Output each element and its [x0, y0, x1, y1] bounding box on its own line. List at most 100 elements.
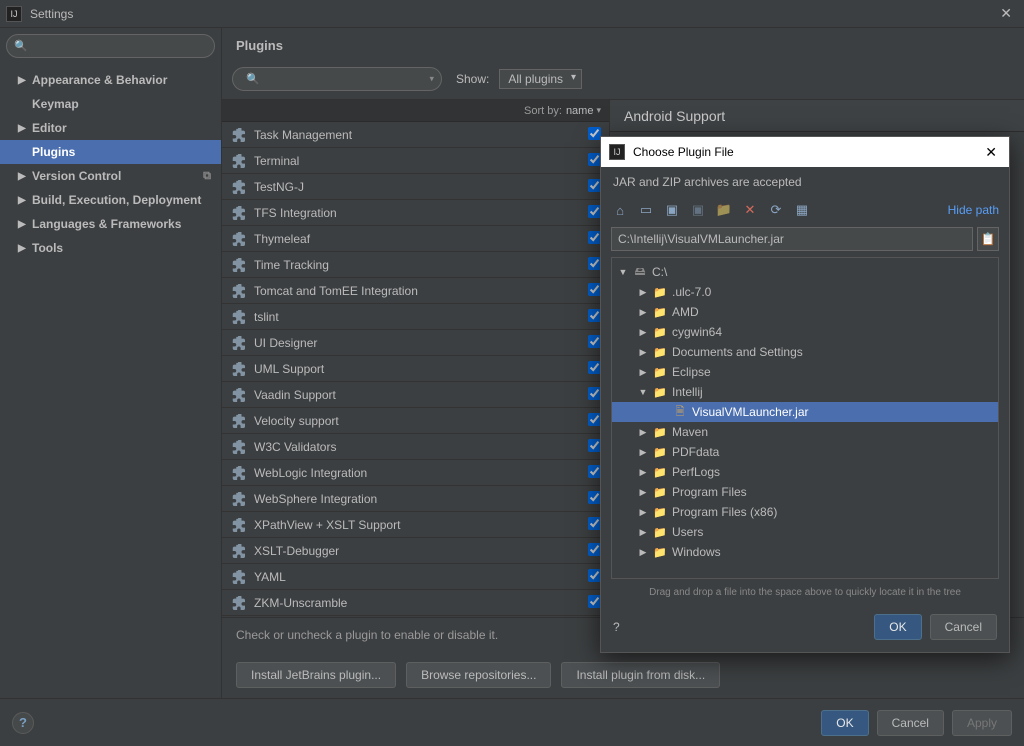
search-icon: 🔍 — [246, 73, 260, 86]
file-tree-folder[interactable]: ▶📁.ulc-7.0 — [612, 282, 998, 302]
show-hidden-icon[interactable]: ▦ — [793, 201, 811, 219]
project-icon[interactable]: ▣ — [663, 201, 681, 219]
apply-button[interactable]: Apply — [952, 710, 1012, 736]
module-icon[interactable]: ▣ — [689, 201, 707, 219]
refresh-icon[interactable]: ⟳ — [767, 201, 785, 219]
chevron-right-icon: ▶ — [18, 171, 28, 182]
dialog-close-button[interactable]: ✕ — [981, 144, 1001, 161]
sidebar-item-version-control[interactable]: ▶Version Control⧉ — [0, 164, 221, 188]
plugin-list-item[interactable]: XPathView + XSLT Support — [222, 512, 609, 538]
plugin-name: UML Support — [254, 362, 324, 376]
sidebar-item-keymap[interactable]: Keymap — [0, 92, 221, 116]
file-tree-folder[interactable]: ▶📁cygwin64 — [612, 322, 998, 342]
plugin-list-item[interactable]: WebLogic Integration — [222, 460, 609, 486]
plugin-list-item[interactable]: WebSphere Integration — [222, 486, 609, 512]
sidebar-item-editor[interactable]: ▶Editor — [0, 116, 221, 140]
sort-label: Sort by: — [524, 105, 562, 117]
new-folder-icon[interactable]: 📁 — [715, 201, 733, 219]
chevron-right-icon: ▶ — [638, 427, 648, 438]
path-history-icon[interactable]: 📋 — [977, 227, 999, 251]
browse-repositories-button[interactable]: Browse repositories... — [406, 662, 551, 688]
plugin-list-item[interactable]: YAML — [222, 564, 609, 590]
dialog-cancel-button[interactable]: Cancel — [930, 614, 997, 640]
show-dropdown[interactable]: All plugins — [499, 69, 582, 89]
plugin-list-item[interactable]: XSLT-Debugger — [222, 538, 609, 564]
cancel-button[interactable]: Cancel — [877, 710, 944, 736]
plugin-name: Tomcat and TomEE Integration — [254, 284, 418, 298]
chevron-down-icon: ▼ — [618, 267, 628, 277]
folder-icon: 📁 — [652, 366, 668, 379]
file-tree-folder[interactable]: ▼📁Intellij — [612, 382, 998, 402]
chevron-right-icon: ▶ — [638, 307, 648, 318]
help-icon[interactable]: ? — [613, 620, 620, 634]
sidebar-item-plugins[interactable]: Plugins — [0, 140, 221, 164]
file-tree-folder[interactable]: ▶📁Users — [612, 522, 998, 542]
plugin-list-item[interactable]: TFS Integration — [222, 200, 609, 226]
hide-path-link[interactable]: Hide path — [948, 203, 999, 217]
window-close-button[interactable]: ✕ — [994, 5, 1018, 22]
plugin-list-item[interactable]: Vaadin Support — [222, 382, 609, 408]
chevron-down-icon[interactable]: ▾ — [596, 105, 601, 116]
plugin-list-item[interactable]: TestNG-J — [222, 174, 609, 200]
plugin-list-item[interactable]: W3C Validators — [222, 434, 609, 460]
plugin-list-item[interactable]: Terminal — [222, 148, 609, 174]
delete-icon[interactable]: ✕ — [741, 201, 759, 219]
settings-sidebar: 🔍 ▶Appearance & BehaviorKeymap▶EditorPlu… — [0, 28, 222, 698]
file-tree-label: Maven — [672, 425, 708, 439]
plugin-list-item[interactable]: Time Tracking — [222, 252, 609, 278]
plugin-list-item[interactable]: Thymeleaf — [222, 226, 609, 252]
file-tree-label: Eclipse — [672, 365, 711, 379]
plugins-search-input[interactable] — [232, 67, 442, 91]
desktop-icon[interactable]: ▭ — [637, 201, 655, 219]
plugin-icon — [230, 257, 246, 273]
help-icon[interactable]: ? — [12, 712, 34, 734]
plugin-list-item[interactable]: Task Management — [222, 122, 609, 148]
plugin-icon — [230, 387, 246, 403]
plugin-icon — [230, 439, 246, 455]
ok-button[interactable]: OK — [821, 710, 868, 736]
file-tree-folder[interactable]: ▶📁Program Files (x86) — [612, 502, 998, 522]
file-tree-label: cygwin64 — [672, 325, 722, 339]
home-icon[interactable]: ⌂ — [611, 201, 629, 219]
sidebar-item-tools[interactable]: ▶Tools — [0, 236, 221, 260]
plugin-list-item[interactable]: UI Designer — [222, 330, 609, 356]
file-tree-folder[interactable]: ▶📁Program Files — [612, 482, 998, 502]
file-tree-folder[interactable]: ▶📁Documents and Settings — [612, 342, 998, 362]
search-icon: 🔍 — [14, 40, 28, 53]
drive-icon: 🖴 — [632, 263, 648, 282]
file-tree-folder[interactable]: ▶ 📁 Eclipse — [612, 362, 998, 382]
sidebar-item-build-execution-deployment[interactable]: ▶Build, Execution, Deployment — [0, 188, 221, 212]
plugin-name: WebSphere Integration — [254, 492, 377, 506]
chevron-right-icon: ▶ — [638, 367, 648, 378]
file-tree-folder[interactable]: ▶📁PerfLogs — [612, 462, 998, 482]
file-tree-folder[interactable]: ▶📁Windows — [612, 542, 998, 562]
sort-dropdown[interactable]: name — [566, 105, 594, 117]
folder-icon: 📁 — [652, 506, 668, 519]
plugin-list-item[interactable]: UML Support — [222, 356, 609, 382]
folder-icon: 📁 — [652, 346, 668, 359]
sidebar-item-appearance-behavior[interactable]: ▶Appearance & Behavior — [0, 68, 221, 92]
settings-tree: ▶Appearance & BehaviorKeymap▶EditorPlugi… — [0, 64, 221, 264]
sidebar-search-input[interactable] — [6, 34, 215, 58]
file-tree[interactable]: ▼🖴C:\▶📁.ulc-7.0▶📁AMD▶📁cygwin64▶📁Document… — [611, 257, 999, 579]
chevron-down-icon[interactable]: ▾ — [429, 74, 434, 85]
plugin-list-item[interactable]: Velocity support — [222, 408, 609, 434]
file-tree-file[interactable]: 🗎VisualVMLauncher.jar — [612, 402, 998, 422]
plugin-list[interactable]: Task ManagementTerminalTestNG-JTFS Integ… — [222, 122, 609, 617]
file-tree-folder[interactable]: ▶📁AMD — [612, 302, 998, 322]
sidebar-item-label: Version Control — [32, 169, 121, 183]
file-tree-folder[interactable]: ▶📁PDFdata — [612, 442, 998, 462]
install-jetbrains-plugin-button[interactable]: Install JetBrains plugin... — [236, 662, 396, 688]
file-tree-drive[interactable]: ▼🖴C:\ — [612, 262, 998, 282]
settings-footer: ? OK Cancel Apply — [0, 698, 1024, 746]
sidebar-item-languages-frameworks[interactable]: ▶Languages & Frameworks — [0, 212, 221, 236]
path-input[interactable] — [611, 227, 973, 251]
plugin-name: XPathView + XSLT Support — [254, 518, 400, 532]
plugin-list-item[interactable]: ZKM-Unscramble — [222, 590, 609, 616]
dialog-ok-button[interactable]: OK — [874, 614, 921, 640]
plugin-list-item[interactable]: Tomcat and TomEE Integration — [222, 278, 609, 304]
file-tree-folder[interactable]: ▶📁Maven — [612, 422, 998, 442]
plugin-list-item[interactable]: tslint — [222, 304, 609, 330]
install-plugin-from-disk-button[interactable]: Install plugin from disk... — [561, 662, 720, 688]
file-tree-label: AMD — [672, 305, 699, 319]
